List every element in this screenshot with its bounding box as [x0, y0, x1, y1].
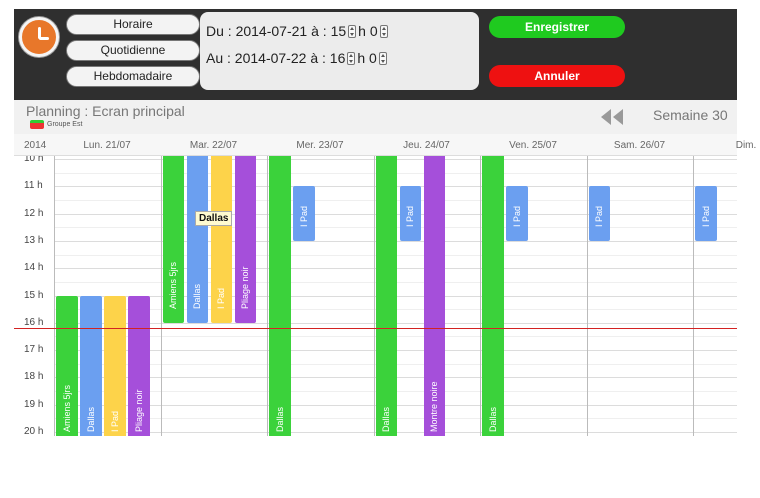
day-separator	[373, 156, 375, 436]
event-label: Pliage noir	[240, 266, 251, 309]
day-separator	[160, 156, 162, 436]
event-block[interactable]: Amiens 5jrs	[162, 156, 184, 323]
event-block[interactable]: Dallas	[80, 295, 102, 436]
event-block[interactable]: Montre noire	[423, 156, 445, 436]
event-block[interactable]: Dallas	[482, 156, 504, 436]
hour-label: 10 h	[24, 156, 44, 164]
event-label: I Pad	[405, 205, 416, 227]
year-label: 2014	[24, 140, 47, 151]
to-minute-field[interactable]: 0	[369, 50, 377, 66]
event-block[interactable]: Pliage noir	[128, 295, 150, 436]
from-minute-field[interactable]: 0	[370, 23, 378, 39]
day-separator	[693, 156, 694, 436]
group-label: Groupe Est	[47, 121, 83, 128]
event-label: Dallas	[192, 283, 203, 309]
planning-header: Planning : Ecran principal Groupe Est Se…	[14, 100, 737, 134]
to-minute-stepper[interactable]	[378, 51, 387, 65]
day-separator	[586, 156, 588, 436]
event-block[interactable]: Dallas	[186, 156, 208, 323]
arrow-left-icon	[601, 109, 611, 125]
current-time-line	[14, 328, 737, 330]
event-label: I Pad	[511, 205, 522, 227]
event-block[interactable]: Pliage noir	[234, 156, 256, 323]
to-h-label: h	[357, 50, 366, 67]
to-at-label: à :	[310, 50, 326, 67]
to-label: Au :	[206, 50, 231, 67]
from-date-field[interactable]: 2014-07-21	[236, 23, 308, 39]
event-label: I Pad	[298, 205, 309, 227]
from-at-label: à :	[311, 23, 327, 40]
event-label: Dallas	[85, 406, 96, 432]
event-label: Amiens 5jrs	[168, 261, 179, 309]
clock-icon[interactable]	[19, 17, 59, 57]
save-button[interactable]: Enregistrer	[489, 16, 625, 38]
day-separator	[480, 156, 481, 436]
event-label: Dallas	[274, 406, 285, 432]
previous-week-button[interactable]	[601, 109, 627, 125]
event-block[interactable]: I Pad	[293, 186, 315, 241]
day-header-2: Mer. 23/07	[296, 140, 344, 151]
range-from-row: Du : 2014-07-21 à : 15 h 0	[206, 22, 390, 44]
to-hour-stepper[interactable]	[347, 51, 356, 65]
event-label: Pliage noir	[133, 389, 144, 432]
day-separator	[54, 156, 55, 436]
group-icon	[30, 120, 44, 129]
cancel-button[interactable]: Annuler	[489, 65, 625, 87]
arrow-left-icon	[613, 109, 623, 125]
event-block[interactable]: I Pad	[104, 295, 126, 436]
day-separator	[267, 156, 268, 436]
from-label: Du :	[206, 23, 232, 40]
day-header-1: Mar. 22/07	[189, 140, 238, 151]
mode-hourly-button[interactable]: Horaire	[66, 14, 200, 35]
event-block[interactable]: I Pad	[695, 186, 717, 241]
hour-label: 11 h	[24, 180, 43, 192]
from-hour-stepper[interactable]	[348, 24, 357, 38]
event-block[interactable]: I Pad	[399, 186, 421, 241]
week-label: Semaine 30	[653, 107, 728, 123]
day-header-6: Dim.	[735, 140, 757, 151]
hour-label: 12 h	[24, 207, 44, 219]
day-header-3: Jeu. 24/07	[403, 140, 450, 151]
event-label: I Pad	[700, 205, 711, 227]
event-label: Amiens 5jrs	[61, 384, 72, 432]
event-label: I Pad	[594, 205, 605, 227]
day-header-4: Ven. 25/07	[509, 140, 557, 151]
calendar-grid: 10 h 11 h 12 h 13 h 14 h 15 h 16 h 17 h 18 h 19 h…	[14, 156, 737, 436]
event-label: Dallas	[381, 406, 392, 432]
mode-daily-button[interactable]: Quotidienne	[66, 40, 200, 61]
event-block[interactable]: I Pad	[506, 186, 528, 241]
page-title: Planning : Ecran principal	[26, 103, 185, 119]
event-label: Dallas	[487, 406, 498, 432]
hour-label: 13 h	[24, 234, 44, 246]
from-hour-field[interactable]: 15	[331, 23, 347, 39]
day-header-5: Sam. 26/07	[613, 140, 666, 151]
event-block[interactable]: Amiens 5jrs	[56, 295, 78, 436]
event-block[interactable]: Dallas	[269, 156, 291, 436]
toolbar: Horaire Quotidienne Hebdomadaire Du : 20…	[14, 9, 737, 100]
range-to-row: Au : 2014-07-22 à : 16 h 0	[206, 49, 389, 71]
from-minute-stepper[interactable]	[379, 24, 388, 38]
event-block[interactable]: I Pad	[210, 156, 232, 323]
event-label: Montre noire	[429, 381, 440, 432]
day-header-0: Lun. 21/07	[83, 140, 131, 151]
hour-label: 14 h	[24, 262, 44, 274]
to-date-field[interactable]: 2014-07-22	[235, 50, 307, 66]
days-header: 2014 Lun. 21/07 Mar. 22/07 Mer. 23/07 Jeu. …	[14, 134, 756, 156]
mode-weekly-button[interactable]: Hebdomadaire	[66, 66, 200, 87]
event-block[interactable]: Dallas	[375, 156, 397, 436]
event-block[interactable]: I Pad	[588, 186, 610, 241]
event-tooltip: Dallas	[195, 211, 233, 226]
event-label: I Pad	[109, 410, 120, 432]
date-range-panel: Du : 2014-07-21 à : 15 h 0 Au : 2014-07-2…	[200, 12, 479, 90]
event-label: I Pad	[216, 287, 227, 309]
clock-minute-hand	[39, 37, 49, 40]
to-hour-field[interactable]: 16	[330, 50, 346, 66]
from-h-label: h	[358, 23, 366, 40]
